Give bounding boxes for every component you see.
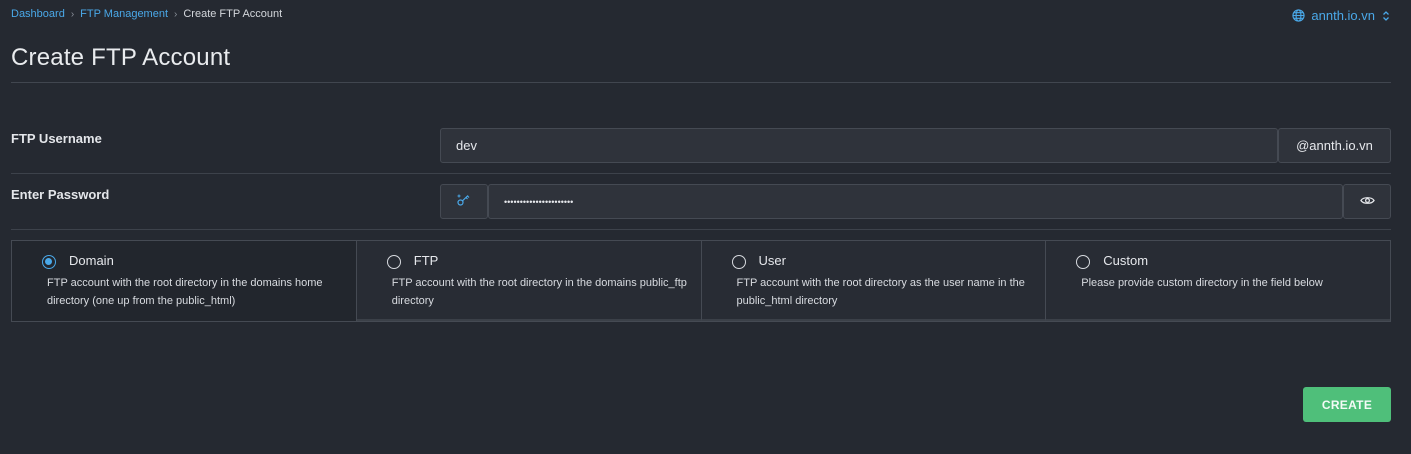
option-description: FTP account with the root directory as t… <box>736 277 1025 307</box>
toggle-password-visibility-button[interactable] <box>1343 184 1391 219</box>
password-input[interactable] <box>489 196 1342 207</box>
option-ftp[interactable]: FTP FTP account with the root directory … <box>356 241 702 321</box>
key-generate-icon <box>456 193 472 210</box>
option-domain[interactable]: Domain FTP account with the root directo… <box>12 241 357 321</box>
password-label: Enter Password <box>11 187 110 202</box>
directory-type-options: Domain FTP account with the root directo… <box>11 240 1391 322</box>
option-title: Domain <box>69 253 114 268</box>
breadcrumb-chevron-icon: › <box>174 8 178 20</box>
chevron-up-down-icon <box>1381 10 1391 22</box>
ftp-username-input[interactable] <box>441 138 1277 153</box>
ftp-username-label: FTP Username <box>11 131 102 146</box>
ftp-username-field-wrapper <box>440 128 1278 163</box>
option-user[interactable]: User FTP account with the root directory… <box>701 241 1047 321</box>
breadcrumb-current: Create FTP Account <box>183 8 283 20</box>
domain-selector[interactable]: annth.io.vn <box>1292 8 1391 23</box>
page-title: Create FTP Account <box>11 44 231 71</box>
radio-domain[interactable] <box>42 255 56 269</box>
row-divider <box>11 173 1391 174</box>
breadcrumb-dashboard[interactable]: Dashboard <box>11 8 65 20</box>
create-button[interactable]: CREATE <box>1303 387 1391 422</box>
radio-ftp[interactable] <box>386 255 401 269</box>
breadcrumb-chevron-icon: › <box>70 8 75 20</box>
radio-user[interactable] <box>731 255 746 269</box>
option-description: FTP account with the root directory in t… <box>47 277 323 307</box>
globe-icon <box>1292 9 1306 22</box>
option-title: FTP <box>413 253 439 268</box>
top-bar: Dashboard › FTP Management › Create FTP … <box>11 8 1391 24</box>
option-description: FTP account with the root directory in t… <box>391 277 687 307</box>
domain-suffix-text: @annth.io.vn <box>1296 138 1373 153</box>
breadcrumb-ftp-management[interactable]: FTP Management <box>80 8 168 20</box>
radio-custom[interactable] <box>1076 255 1091 269</box>
breadcrumb: Dashboard › FTP Management › Create FTP … <box>11 8 1391 20</box>
eye-icon <box>1359 194 1375 209</box>
domain-suffix-addon: @annth.io.vn <box>1278 128 1391 163</box>
option-description: Please provide custom directory in the f… <box>1081 277 1323 289</box>
domain-selector-value: annth.io.vn <box>1311 8 1375 23</box>
generate-password-button[interactable] <box>440 184 488 219</box>
title-divider <box>11 82 1391 83</box>
option-custom[interactable]: Custom Please provide custom directory i… <box>1046 241 1390 321</box>
option-title: User <box>758 253 786 268</box>
password-field-wrapper <box>488 184 1343 219</box>
option-title: Custom <box>1103 253 1149 268</box>
row-divider <box>11 229 1391 230</box>
